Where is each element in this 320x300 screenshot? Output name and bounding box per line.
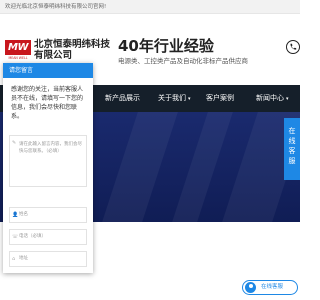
user-icon: 👤 — [12, 212, 19, 218]
leave-message-panel: 请您留言 感谢您的关注，当前客服人员不在线，请填写一下您的信息，我们会尽快和您联… — [3, 63, 93, 273]
phone-icon — [286, 40, 300, 54]
online-service-button[interactable]: 在线客服 — [242, 280, 298, 295]
address-field[interactable]: ⌂ 地址 — [9, 251, 87, 267]
side-online-service-tab[interactable]: 在线客服 — [284, 118, 300, 180]
nav-item-new-products[interactable]: 新产品展示 — [105, 85, 140, 112]
logo-subtext: MEAN WELL — [8, 56, 28, 60]
address-placeholder: 地址 — [19, 256, 28, 261]
name-field[interactable]: 👤 姓名 — [9, 207, 87, 223]
nav-item-label: 新闻中心 — [256, 94, 284, 102]
welcome-text: 欢迎光临北京恒泰明纬科技有限公司官网! — [5, 4, 107, 10]
phone-icon: ☏ — [12, 234, 19, 240]
side-service-label: 在线客服 — [288, 127, 296, 165]
nav-item-label: 客户案例 — [206, 94, 234, 102]
banner-decoration — [172, 112, 233, 222]
location-icon: ⌂ — [12, 256, 16, 262]
phone-placeholder: 电话（必填） — [19, 234, 46, 239]
nav-item-label: 关于我们 — [158, 94, 186, 102]
banner-decoration — [102, 112, 178, 222]
slogan-subtitle: 电源类、工控类产品及自动化非标产品供应商 — [118, 57, 248, 65]
logo-mark: MW — [5, 40, 31, 55]
name-placeholder: 姓名 — [19, 212, 28, 217]
slogan-title: 40年行业经验 — [118, 37, 214, 55]
message-textarea[interactable]: ✎ 请在此输入留言内容，我们会尽快与您联系。（必填） — [9, 135, 87, 187]
company-name: 北京恒泰明纬科技有限公司 — [34, 39, 111, 61]
phone-field[interactable]: ☏ 电话（必填） — [9, 229, 87, 245]
nav-item-label: 新产品展示 — [105, 94, 140, 102]
message-placeholder: 请在此输入留言内容，我们会尽快与您联系。（必填） — [19, 142, 82, 154]
chevron-down-icon: ▾ — [188, 96, 191, 102]
chat-panel-title: 请您留言 — [3, 63, 93, 78]
edit-icon: ✎ — [12, 140, 17, 146]
chat-offline-message: 感谢您的关注，当前客服人员不在线，请填写一下您的信息，我们会尽快和您联系。 — [11, 86, 84, 120]
top-welcome-bar: 欢迎光临北京恒泰明纬科技有限公司官网! — [0, 0, 300, 14]
online-service-label: 在线客服 — [261, 284, 284, 290]
chevron-down-icon: ▾ — [286, 96, 289, 102]
nav-item-news-center[interactable]: 新闻中心 ▾ — [256, 85, 289, 112]
company-logo[interactable]: MW MEAN WELL — [5, 40, 31, 61]
nav-item-customer-cases[interactable]: 客户案例 — [206, 85, 234, 112]
agent-avatar-icon — [244, 281, 257, 294]
nav-item-about-us[interactable]: 关于我们 ▾ — [158, 85, 191, 112]
